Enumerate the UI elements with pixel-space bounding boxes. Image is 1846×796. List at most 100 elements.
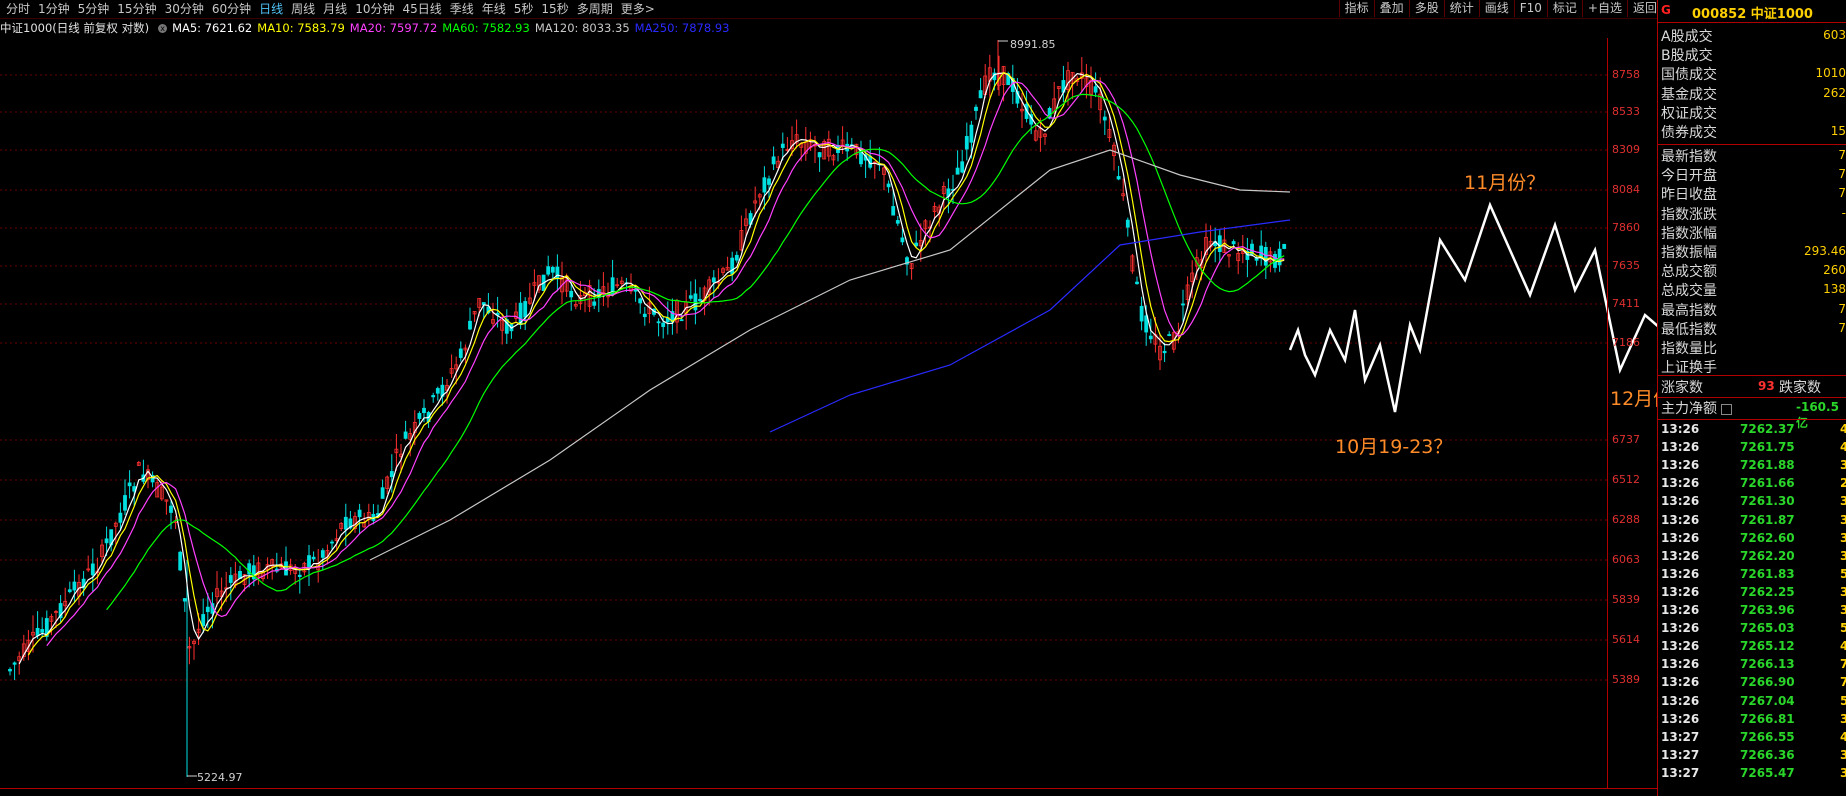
tick-volume: 7 <box>1840 657 1846 672</box>
tick-volume: 4 <box>1840 440 1846 455</box>
tick-time: 13:26 <box>1661 639 1700 654</box>
tick-time: 13:26 <box>1661 621 1700 636</box>
candle-body <box>711 277 716 283</box>
candle-body <box>1116 176 1121 180</box>
stat-value: 262 <box>1823 85 1846 100</box>
price-tick-label: 8758 <box>1612 68 1640 81</box>
tick-volume: 2 <box>1840 476 1846 491</box>
price-tick-label: 8533 <box>1612 105 1640 118</box>
ma120-line <box>369 149 1291 561</box>
tick-price: 7262.37 <box>1740 422 1795 436</box>
tick-price: 7265.12 <box>1740 639 1795 654</box>
stat-value: 293.46 <box>1804 244 1846 258</box>
ma5-line <box>18 72 1285 665</box>
candle-body <box>1093 86 1098 93</box>
candlestick-chart[interactable] <box>0 0 1657 796</box>
stat-label: 今日开盘 <box>1661 168 1717 185</box>
tick-price: 7266.90 <box>1740 675 1795 690</box>
tick-price: 7265.47 <box>1740 765 1795 780</box>
ma60-line <box>106 93 1285 611</box>
candle-body <box>380 487 385 499</box>
tick-volume: 3 <box>1840 584 1846 599</box>
candle-body <box>12 662 17 665</box>
tick-volume: 3 <box>1840 530 1846 545</box>
candle-body <box>1181 303 1185 306</box>
annotation-november: 11月份？ <box>1464 172 1546 194</box>
candle-body <box>297 574 302 577</box>
tick-time: 13:26 <box>1661 603 1700 617</box>
candle-body <box>357 509 362 518</box>
main-flow-label: 主力净额 <box>1661 398 1733 418</box>
quote-panel: G 000852 中证1000 A股成交 603 B股成交 国债成交 1010 基金成交 2… <box>1657 0 1846 796</box>
security-code-name[interactable]: 000852 中证1000 <box>1692 3 1813 22</box>
candle-body <box>656 321 661 324</box>
tick-time: 13:27 <box>1661 747 1700 762</box>
candle-body <box>435 388 440 394</box>
candle-body <box>891 206 896 216</box>
candle-body <box>688 295 693 299</box>
price-tick-label: 7635 <box>1612 259 1640 272</box>
tick-time: 13:26 <box>1661 548 1700 563</box>
candle-body <box>1148 335 1153 340</box>
tick-time: 13:26 <box>1661 494 1700 509</box>
price-tick-label: 6063 <box>1612 553 1640 566</box>
tick-time: 13:26 <box>1661 657 1700 672</box>
candle-body <box>955 167 960 175</box>
price-tick-label: 6512 <box>1612 473 1640 486</box>
candle-body <box>343 516 348 530</box>
low-price-label: 5224.97 <box>197 771 243 784</box>
candle-body <box>1167 334 1172 336</box>
candle-body <box>817 152 822 158</box>
candle-body <box>900 237 905 243</box>
stat-label: 最新指数 <box>1661 149 1717 165</box>
tick-time: 13:26 <box>1661 476 1700 491</box>
tick-time: 13:26 <box>1661 693 1700 708</box>
candle-body <box>679 319 684 322</box>
candle-body <box>320 550 325 558</box>
candle-body <box>468 320 472 330</box>
tick-price: 7266.13 <box>1740 657 1795 672</box>
candle-body <box>771 156 776 165</box>
tick-price: 7263.96 <box>1740 603 1795 617</box>
candle-body <box>403 431 408 439</box>
candle-body <box>730 257 735 275</box>
tick-price: 7262.60 <box>1740 530 1795 545</box>
tick-time: 13:27 <box>1661 729 1700 744</box>
tick-price: 7261.75 <box>1740 440 1795 455</box>
price-tick-label: 7411 <box>1612 297 1640 310</box>
candle-body <box>762 177 767 193</box>
ma10-line <box>27 71 1285 656</box>
list-icon[interactable] <box>1721 403 1733 415</box>
tick-volume: 3 <box>1840 747 1846 762</box>
candle-body <box>330 541 334 544</box>
stat-label: 最高指数 <box>1661 302 1717 319</box>
tick-volume: 3 <box>1840 458 1846 473</box>
price-tick-label: 7186 <box>1612 336 1640 349</box>
candle-body <box>964 136 969 150</box>
candle-body <box>1162 350 1167 354</box>
tick-price: 7261.87 <box>1740 512 1795 527</box>
projection-path <box>1288 201 1657 413</box>
tick-price: 7266.36 <box>1740 747 1795 762</box>
candle-body <box>1125 219 1130 228</box>
stat-value: - <box>1841 205 1846 220</box>
tick-volume: 3 <box>1840 603 1846 617</box>
stat-value: 7 <box>1838 301 1846 316</box>
tick-time: 13:26 <box>1661 711 1700 726</box>
candle-body <box>311 556 316 560</box>
tick-volume: 3 <box>1840 512 1846 527</box>
tick-volume: 3 <box>1840 711 1846 726</box>
tick-time: 13:26 <box>1661 566 1700 581</box>
candle-body <box>205 606 210 613</box>
stat-label: 指数涨跌 <box>1661 206 1717 223</box>
stat-label: 指数量比 <box>1661 341 1717 357</box>
candle-body <box>228 575 233 583</box>
candle-body <box>90 563 95 576</box>
tick-price: 7266.81 <box>1740 711 1795 726</box>
stat-label: 债券成交 <box>1661 125 1717 141</box>
ma20-line <box>46 79 1285 647</box>
candle-body <box>767 178 771 185</box>
candle-body <box>1231 241 1236 245</box>
tick-price: 7267.04 <box>1740 693 1795 708</box>
tick-volume: 3 <box>1840 765 1846 780</box>
